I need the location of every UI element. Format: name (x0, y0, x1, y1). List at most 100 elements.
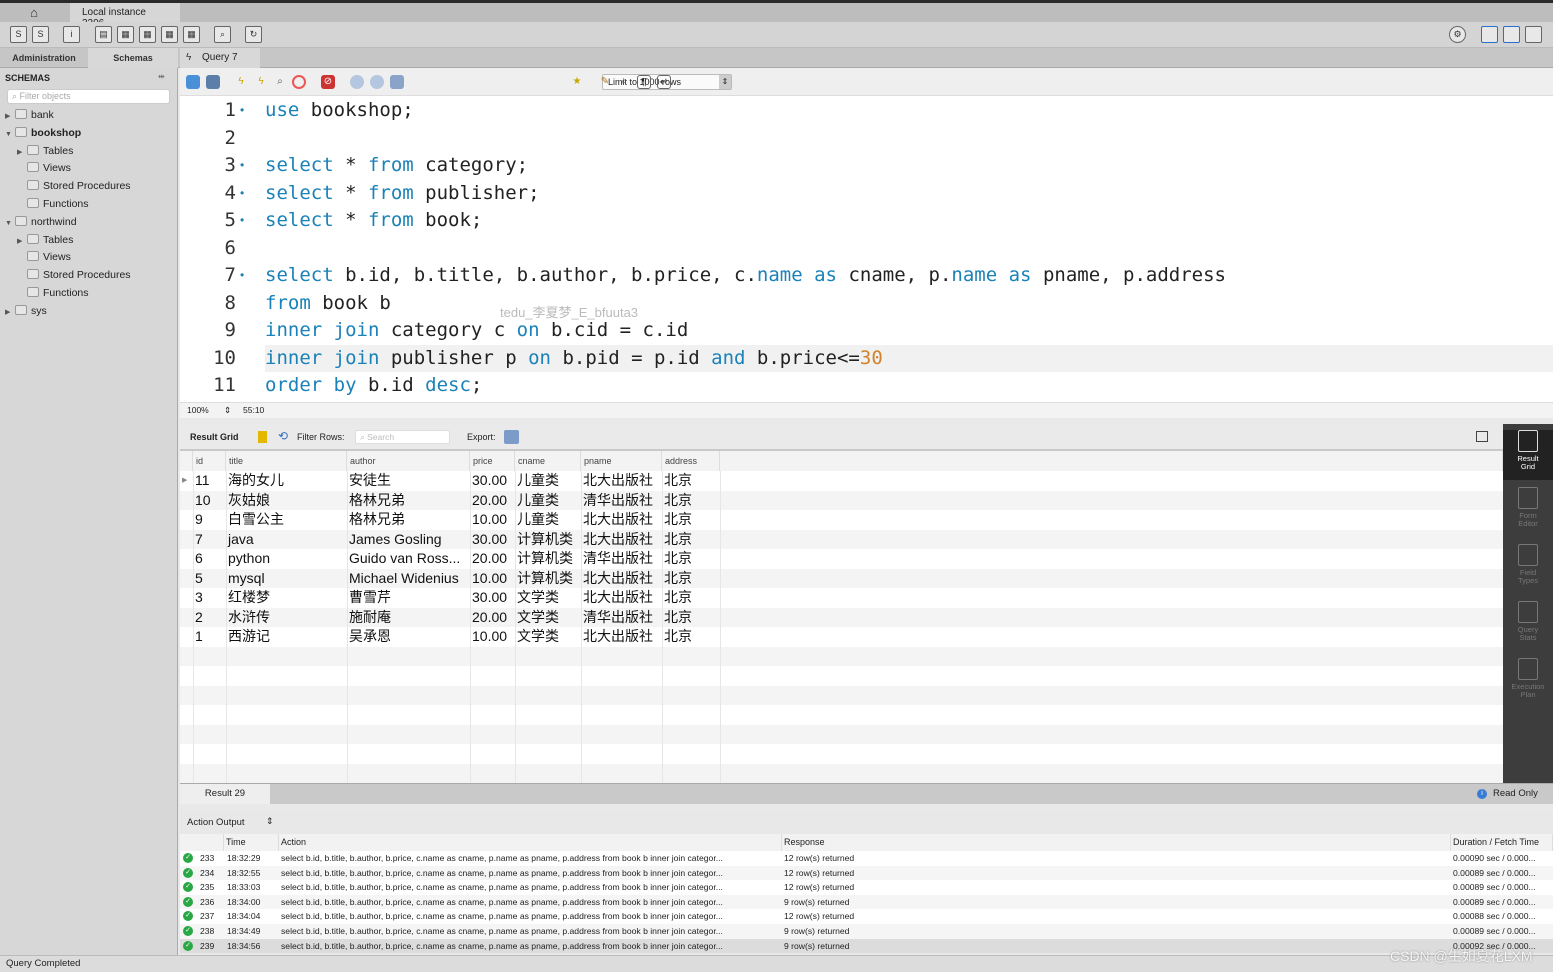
wrap-icon[interactable]: ↵ (657, 75, 671, 89)
column-header-cname[interactable]: cname (515, 451, 581, 471)
cell-pname[interactable]: 清华出版社 (583, 491, 653, 511)
cell-title[interactable]: 海的女儿 (228, 471, 284, 491)
tree-item-views[interactable]: Views (17, 248, 71, 266)
cell-price[interactable]: 20.00 (472, 608, 507, 628)
cell-title[interactable]: 白雪公主 (228, 510, 284, 530)
cell-address[interactable]: 北京 (664, 569, 692, 589)
cell-price[interactable]: 20.00 (472, 491, 507, 511)
tree-item-stored-procedures[interactable]: Stored Procedures (17, 177, 131, 195)
cell-price[interactable]: 30.00 (472, 588, 507, 608)
tree-item-stored-procedures[interactable]: Stored Procedures (17, 266, 131, 284)
beautify-icon[interactable]: ★ (570, 75, 584, 89)
cell-address[interactable]: 北京 (664, 627, 692, 647)
edit-icon[interactable] (258, 431, 267, 443)
tree-item-northwind[interactable]: ▼ northwind (5, 213, 77, 231)
zoom-level[interactable]: 100% (187, 403, 209, 418)
create-schema-icon[interactable]: ▤ (95, 26, 112, 43)
cell-id[interactable]: 7 (195, 530, 203, 550)
cell-author[interactable]: James Gosling (349, 530, 442, 550)
cell-id[interactable]: 6 (195, 549, 203, 569)
tree-item-sys[interactable]: ▶ sys (5, 302, 47, 320)
home-icon[interactable]: ⌂ (22, 5, 46, 21)
tree-item-tables[interactable]: ▶ Tables (17, 142, 73, 160)
cell-price[interactable]: 10.00 (472, 627, 507, 647)
column-header-id[interactable]: id (193, 451, 226, 471)
cell-author[interactable]: 格林兄弟 (349, 510, 405, 530)
table-row[interactable]: 9 白雪公主 格林兄弟 10.00 儿童类 北大出版社 北京 (180, 510, 1503, 530)
cell-title[interactable]: java (228, 530, 254, 550)
cell-author[interactable]: 安徒生 (349, 471, 391, 491)
column-header-address[interactable]: address (662, 451, 720, 471)
cell-price[interactable]: 30.00 (472, 471, 507, 491)
toggle-panel-icon[interactable] (1476, 431, 1488, 442)
cell-pname[interactable]: 北大出版社 (583, 471, 653, 491)
cell-author[interactable]: 格林兄弟 (349, 491, 405, 511)
cell-price[interactable]: 30.00 (472, 530, 507, 550)
open-sql-script-icon[interactable]: S (32, 26, 49, 43)
table-row[interactable]: 7 java James Gosling 30.00 计算机类 北大出版社 北京 (180, 529, 1503, 550)
output-row[interactable]: ✓ 234 18:32:55 select b.id, b.title, b.auth… (180, 865, 1553, 881)
reconnect-icon[interactable]: ↻ (245, 26, 262, 43)
autocommit-icon[interactable] (390, 75, 404, 89)
cell-pname[interactable]: 清华出版社 (583, 608, 653, 628)
stop-icon[interactable] (292, 75, 306, 89)
output-row[interactable]: ✓ 236 18:34:00 select b.id, b.title, b.auth… (180, 894, 1553, 910)
cell-title[interactable]: 灰姑娘 (228, 491, 270, 511)
create-view-icon[interactable]: ▦ (139, 26, 156, 43)
cell-pname[interactable]: 北大出版社 (583, 530, 653, 550)
column-header[interactable] (180, 834, 224, 851)
search-table-data-icon[interactable]: ⌕ (214, 26, 231, 43)
cell-pname[interactable]: 清华出版社 (583, 549, 653, 569)
cell-id[interactable]: 10 (195, 491, 211, 511)
panel-execution-plan[interactable]: Execution Plan (1503, 658, 1553, 699)
cell-id[interactable]: 1 (195, 627, 203, 647)
column-header-pname[interactable]: pname (581, 451, 662, 471)
tab-result-29[interactable]: Result 29 (180, 784, 270, 804)
column-header-author[interactable]: author (347, 451, 470, 471)
open-file-icon[interactable] (186, 75, 200, 89)
output-row[interactable]: ✓ 235 18:33:03 select b.id, b.title, b.auth… (180, 880, 1553, 895)
invisible-chars-icon[interactable]: ¶ (637, 75, 651, 89)
create-table-icon[interactable]: ▦ (117, 26, 134, 43)
cell-address[interactable]: 北京 (664, 608, 692, 628)
result-grid[interactable]: id title author price cname pname address ▶ 11 海的… (180, 451, 1503, 783)
cell-address[interactable]: 北京 (664, 549, 692, 569)
refresh-icon[interactable]: ⟲ (278, 429, 288, 443)
table-row[interactable]: ▶ 11 海的女儿 安徒生 30.00 儿童类 北大出版社 北京 (180, 471, 1503, 491)
cell-price[interactable]: 10.00 (472, 569, 507, 589)
new-sql-tab-icon[interactable]: S (10, 26, 27, 43)
cell-cname[interactable]: 儿童类 (517, 491, 559, 511)
cell-address[interactable]: 北京 (664, 471, 692, 491)
cell-pname[interactable]: 北大出版社 (583, 627, 653, 647)
output-row[interactable]: ✓ 238 18:34:49 select b.id, b.title, b.auth… (180, 924, 1553, 939)
tab-schemas[interactable]: Schemas (88, 48, 178, 68)
tree-item-functions[interactable]: Functions (17, 195, 89, 213)
output-row[interactable]: ✓ 233 18:32:29 select b.id, b.title, b.auth… (180, 851, 1553, 866)
column-header-price[interactable]: price (470, 451, 515, 471)
connection-tab[interactable]: Local instance 3306 (70, 3, 180, 29)
cell-address[interactable]: 北京 (664, 588, 692, 608)
save-icon[interactable] (206, 75, 220, 89)
expand-arrow-icon[interactable]: ▼ (5, 215, 13, 233)
cell-id[interactable]: 2 (195, 608, 203, 628)
cell-title[interactable]: python (228, 549, 270, 569)
filter-rows-input[interactable]: ⌕ Search (355, 430, 450, 444)
output-row[interactable]: ✓ 237 18:34:04 select b.id, b.title, b.auth… (180, 909, 1553, 924)
column-header[interactable]: Time (224, 834, 279, 851)
panel-result-grid[interactable]: Result Grid (1503, 430, 1553, 480)
cell-author[interactable]: Michael Widenius (349, 569, 459, 589)
cell-address[interactable]: 北京 (664, 530, 692, 550)
output-row[interactable]: ✓ 239 18:34:56 select b.id, b.title, b.auth… (180, 938, 1553, 954)
stepper-icon[interactable]: ⇕ (266, 816, 274, 827)
tree-item-tables[interactable]: ▶ Tables (17, 231, 73, 249)
column-header[interactable]: Response (782, 834, 1451, 851)
cell-title[interactable]: 水浒传 (228, 608, 270, 628)
cell-address[interactable]: 北京 (664, 491, 692, 511)
expand-arrow-icon[interactable]: ▶ (5, 304, 13, 322)
cell-pname[interactable]: 北大出版社 (583, 569, 653, 589)
column-header-title[interactable]: title (226, 451, 347, 471)
cell-cname[interactable]: 计算机类 (517, 530, 573, 550)
tree-item-bookshop[interactable]: ▼ bookshop (5, 124, 81, 142)
cell-id[interactable]: 3 (195, 588, 203, 608)
cell-id[interactable]: 5 (195, 569, 203, 589)
